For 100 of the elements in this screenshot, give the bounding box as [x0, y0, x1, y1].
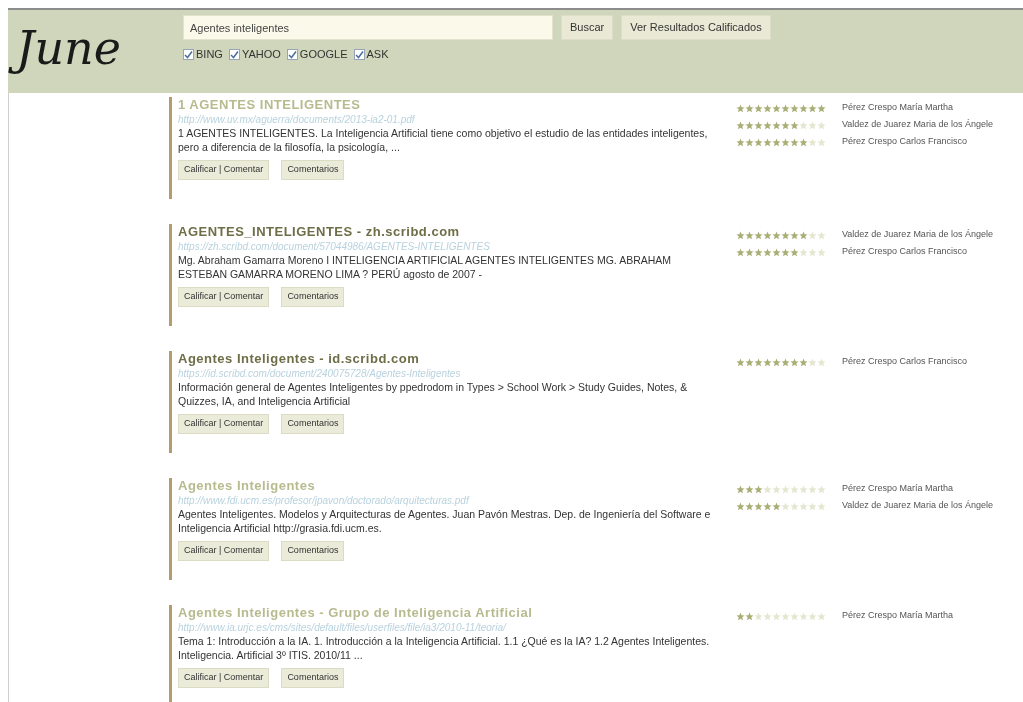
- star-icon: [745, 501, 754, 511]
- star-icon: [772, 501, 781, 511]
- star-icon: [808, 501, 817, 511]
- star-icon: [736, 357, 745, 367]
- star-icon: [736, 247, 745, 257]
- star-icon: [781, 103, 790, 113]
- star-icon: [790, 611, 799, 621]
- star-icon: [763, 230, 772, 240]
- star-icon: [772, 611, 781, 621]
- result-button[interactable]: Comentarios: [281, 160, 345, 180]
- star-icon: [799, 247, 808, 257]
- star-icon: [817, 120, 826, 130]
- star-icon: [808, 103, 817, 113]
- result-button[interactable]: Comentarios: [281, 668, 345, 688]
- rater-name: Valdez de Juarez Maria de los Ángele: [842, 228, 993, 242]
- star-icon: [754, 247, 763, 257]
- checkbox[interactable]: [183, 48, 194, 60]
- result-button[interactable]: Calificar | Comentar: [178, 160, 270, 180]
- star-icon: [745, 120, 754, 130]
- star-icon: [790, 120, 799, 130]
- result-snippet: Información general de Agentes Inteligentes by ppedrodom in Types > School Work > Study Guides, Notes, & Quizzes, IA, and Inteligencia Artificial: [178, 380, 689, 408]
- star-icon: [772, 484, 781, 494]
- rater-name: Valdez de Juarez Maria de los Ángele: [842, 118, 993, 132]
- star-icon: [808, 484, 817, 494]
- star-icon: [781, 501, 790, 511]
- star-icon: [736, 103, 745, 113]
- star-icon: [754, 137, 763, 147]
- rater-name: Pérez Crespo Carlos Francisco: [842, 135, 968, 149]
- star-icon: [745, 484, 754, 494]
- star-icon: [781, 357, 790, 367]
- star-icon: [754, 501, 763, 511]
- star-icon: [736, 611, 745, 621]
- star-icon: [799, 103, 808, 113]
- star-icon: [763, 484, 772, 494]
- result-snippet: Agentes Inteligentes. Modelos y Arquitecturas de Agentes. Juan Pavón Mestras. Dep. de Ingeniería del Software e Inteligencia Artificial http://grasia.fdi.ucm.es.: [178, 507, 712, 535]
- star-icon: [781, 120, 790, 130]
- search-field[interactable]: Agentes inteligentes: [183, 15, 553, 40]
- star-icon: [763, 611, 772, 621]
- star-icon: [790, 484, 799, 494]
- star-icon: [754, 120, 763, 130]
- star-icon: [781, 230, 790, 240]
- star-icon: [808, 137, 817, 147]
- star-icon: [763, 247, 772, 257]
- star-icon: [754, 357, 763, 367]
- search-button[interactable]: Buscar: [561, 15, 614, 40]
- star-icon: [772, 230, 781, 240]
- star-icon: [817, 137, 826, 147]
- logo: June: [10, 12, 131, 84]
- star-icon: [790, 137, 799, 147]
- result-button[interactable]: Comentarios: [281, 287, 345, 307]
- star-icon: [817, 611, 826, 621]
- result-button[interactable]: Comentarios: [281, 541, 345, 561]
- checkbox[interactable]: [228, 48, 240, 60]
- star-icon: [772, 103, 781, 113]
- star-icon: [808, 357, 817, 367]
- star-icon: [736, 137, 745, 147]
- star-icon: [745, 137, 754, 147]
- star-icon: [745, 357, 754, 367]
- star-icon: [781, 137, 790, 147]
- star-icon: [817, 247, 826, 257]
- star-icon: [763, 120, 772, 130]
- star-icon: [763, 357, 772, 367]
- result-snippet: Tema 1: Introducción a la IA. 1. Introducción a la Inteligencia Artificial. 1.1 ¿Qué es la IA? 1.2 Agentes Inteligentes. Inteligencia. Artificial 3º ITIS. 2010/11 ...: [178, 634, 711, 662]
- checkbox-label: BING: [196, 47, 223, 62]
- search-button[interactable]: Ver Resultados Calificados: [621, 15, 771, 40]
- star-icon: [817, 103, 826, 113]
- star-icon: [763, 137, 772, 147]
- result-button[interactable]: Calificar | Comentar: [178, 541, 270, 561]
- star-icon: [772, 357, 781, 367]
- star-icon: [790, 247, 799, 257]
- star-icon: [754, 611, 763, 621]
- star-icon: [772, 120, 781, 130]
- star-icon: [772, 247, 781, 257]
- checkbox[interactable]: [286, 48, 298, 60]
- star-icon: [817, 230, 826, 240]
- result-title-link[interactable]: Agentes Inteligentes - id.scribd.com: [178, 351, 420, 367]
- star-icon: [799, 501, 808, 511]
- result-button[interactable]: Comentarios: [281, 414, 345, 434]
- star-icon: [808, 247, 817, 257]
- star-icon: [781, 611, 790, 621]
- checkbox-label: ASK: [366, 47, 389, 62]
- result-button[interactable]: Calificar | Comentar: [178, 668, 270, 688]
- star-icon: [745, 230, 754, 240]
- checkbox[interactable]: [353, 48, 365, 60]
- star-icon: [790, 230, 799, 240]
- result-button[interactable]: Calificar | Comentar: [178, 287, 270, 307]
- star-icon: [808, 611, 817, 621]
- result-button[interactable]: Calificar | Comentar: [178, 414, 270, 434]
- result-title-link[interactable]: AGENTES_INTELIGENTES - zh.scribd.com: [178, 224, 460, 240]
- star-icon: [790, 103, 799, 113]
- star-icon: [754, 103, 763, 113]
- star-icon: [790, 501, 799, 511]
- rater-name: Pérez Crespo María Martha: [842, 482, 954, 496]
- rater-name: Pérez Crespo María Martha: [842, 609, 954, 623]
- checkbox-label: YAHOO: [241, 47, 281, 62]
- star-icon: [790, 357, 799, 367]
- star-icon: [754, 484, 763, 494]
- star-icon: [745, 247, 754, 257]
- result-snippet: Mg. Abraham Gamarra Moreno I INTELIGENCIA ARTIFICIAL AGENTES INTELIGENTES MG. ABRAHAM ESTEBAN GAMARRA MORENO LIMA ? PERÚ agosto de 2007 -: [178, 253, 673, 281]
- star-icon: [745, 611, 754, 621]
